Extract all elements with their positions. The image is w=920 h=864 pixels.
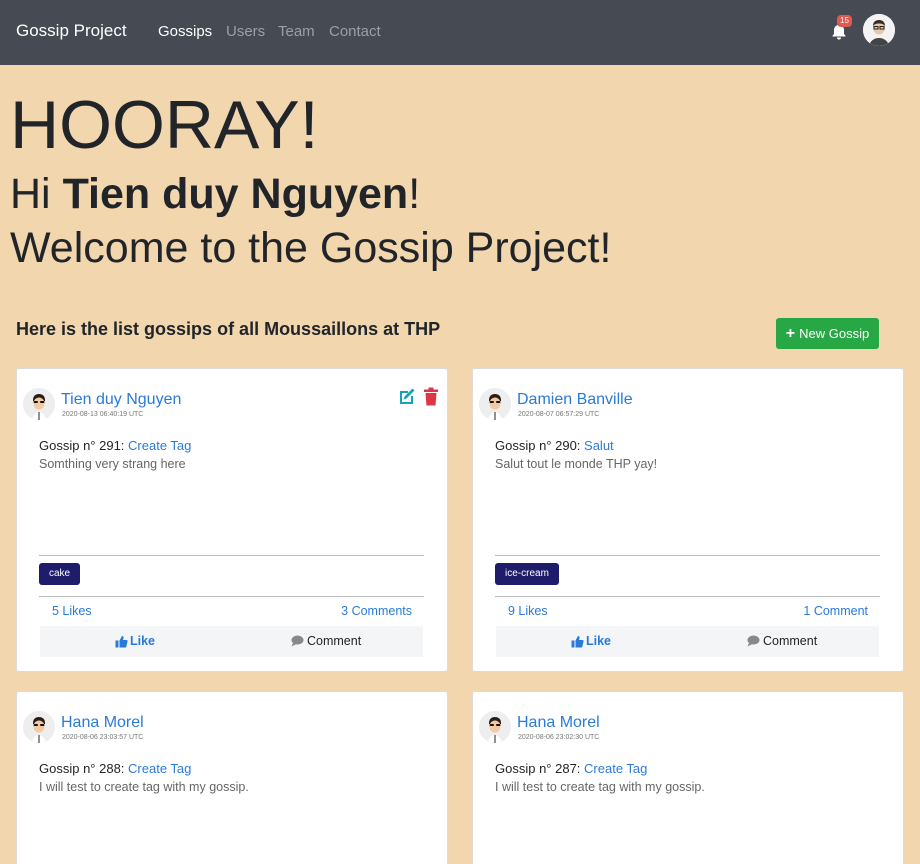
gossip-title-link[interactable]: Create Tag: [128, 761, 191, 776]
card-actions: Like Comment: [496, 626, 879, 657]
tag-badge[interactable]: cake: [39, 563, 81, 585]
comments-count[interactable]: 3 Comments: [341, 604, 412, 618]
gossip-title-link[interactable]: Salut: [584, 438, 614, 453]
hero-welcome: Welcome to the Gossip Project!: [10, 224, 612, 272]
gossip-number: Gossip n° 290: Salut: [495, 438, 614, 453]
author-avatar[interactable]: [23, 711, 55, 743]
thumbs-up-icon: [115, 635, 128, 647]
author-name[interactable]: Tien duy Nguyen: [61, 391, 181, 409]
gossip-card: Tien duy Nguyen 2020-08-13 06:40:19 UTC …: [16, 368, 448, 672]
gossip-content: I will test to create tag with my gossip…: [495, 780, 705, 794]
comment-icon: [291, 635, 304, 647]
gossip-content: Salut tout le monde THP yay!: [495, 457, 658, 471]
plus-icon: +: [785, 324, 796, 342]
gossip-date: 2020-08-06 23:03:57 UTC: [62, 734, 144, 741]
author-avatar[interactable]: [479, 388, 511, 420]
author-avatar[interactable]: [479, 711, 511, 743]
notification-badge: 15: [837, 15, 852, 27]
gossip-date: 2020-08-13 06:40:19 UTC: [62, 411, 144, 418]
author-name[interactable]: Hana Morel: [517, 714, 600, 732]
card-actions: Like Comment: [40, 626, 423, 657]
list-title: Here is the list gossips of all Moussail…: [16, 319, 441, 339]
author-name[interactable]: Hana Morel: [61, 714, 144, 732]
author-avatar[interactable]: [23, 388, 55, 420]
thumbs-up-icon: [571, 635, 584, 647]
gossip-card: Hana Morel 2020-08-06 23:02:30 UTC Gossi…: [472, 691, 904, 864]
comments-count[interactable]: 1 Comment: [803, 604, 868, 618]
hero-user-name: Tien duy Nguyen: [62, 170, 409, 218]
gossip-card: Damien Banville 2020-08-07 06:57:29 UTC …: [472, 368, 904, 672]
like-button[interactable]: Like: [571, 634, 611, 648]
nav-contact[interactable]: Contact: [329, 23, 381, 40]
nav-team[interactable]: Team: [278, 23, 315, 40]
new-gossip-label: New Gossip: [799, 326, 870, 341]
tag-badge[interactable]: ice-cream: [495, 563, 559, 585]
brand-link[interactable]: Gossip Project: [16, 21, 127, 41]
gossip-title-link[interactable]: Create Tag: [584, 761, 647, 776]
hero-title: HOORAY!: [10, 87, 319, 163]
comment-button[interactable]: Comment: [291, 634, 361, 648]
likes-count[interactable]: 9 Likes: [508, 604, 548, 618]
gossip-content: Somthing very strang here: [39, 457, 186, 471]
gossip-number: Gossip n° 291: Create Tag: [39, 438, 192, 453]
author-name[interactable]: Damien Banville: [517, 391, 633, 409]
comment-button[interactable]: Comment: [747, 634, 817, 648]
hero-greeting: Hi Tien duy Nguyen!: [10, 170, 421, 218]
comment-icon: [747, 635, 760, 647]
user-avatar[interactable]: [863, 14, 895, 46]
like-button[interactable]: Like: [115, 634, 155, 648]
new-gossip-button[interactable]: + New Gossip: [776, 318, 879, 349]
edit-icon[interactable]: [397, 387, 416, 406]
gossip-date: 2020-08-06 23:02:30 UTC: [518, 734, 600, 741]
gossip-title-link[interactable]: Create Tag: [128, 438, 191, 453]
gossip-number: Gossip n° 288: Create Tag: [39, 761, 192, 776]
trash-icon[interactable]: [423, 387, 439, 406]
divider: [39, 596, 424, 597]
divider: [495, 555, 880, 556]
gossip-number: Gossip n° 287: Create Tag: [495, 761, 648, 776]
navbar: Gossip Project Gossips Users Team Contac…: [0, 0, 920, 65]
gossip-date: 2020-08-07 06:57:29 UTC: [518, 411, 600, 418]
nav-users[interactable]: Users: [226, 23, 265, 40]
nav-gossips[interactable]: Gossips: [158, 23, 212, 40]
divider: [39, 555, 424, 556]
divider: [495, 596, 880, 597]
gossip-content: I will test to create tag with my gossip…: [39, 780, 249, 794]
gossip-card: Hana Morel 2020-08-06 23:03:57 UTC Gossi…: [16, 691, 448, 864]
likes-count[interactable]: 5 Likes: [52, 604, 92, 618]
